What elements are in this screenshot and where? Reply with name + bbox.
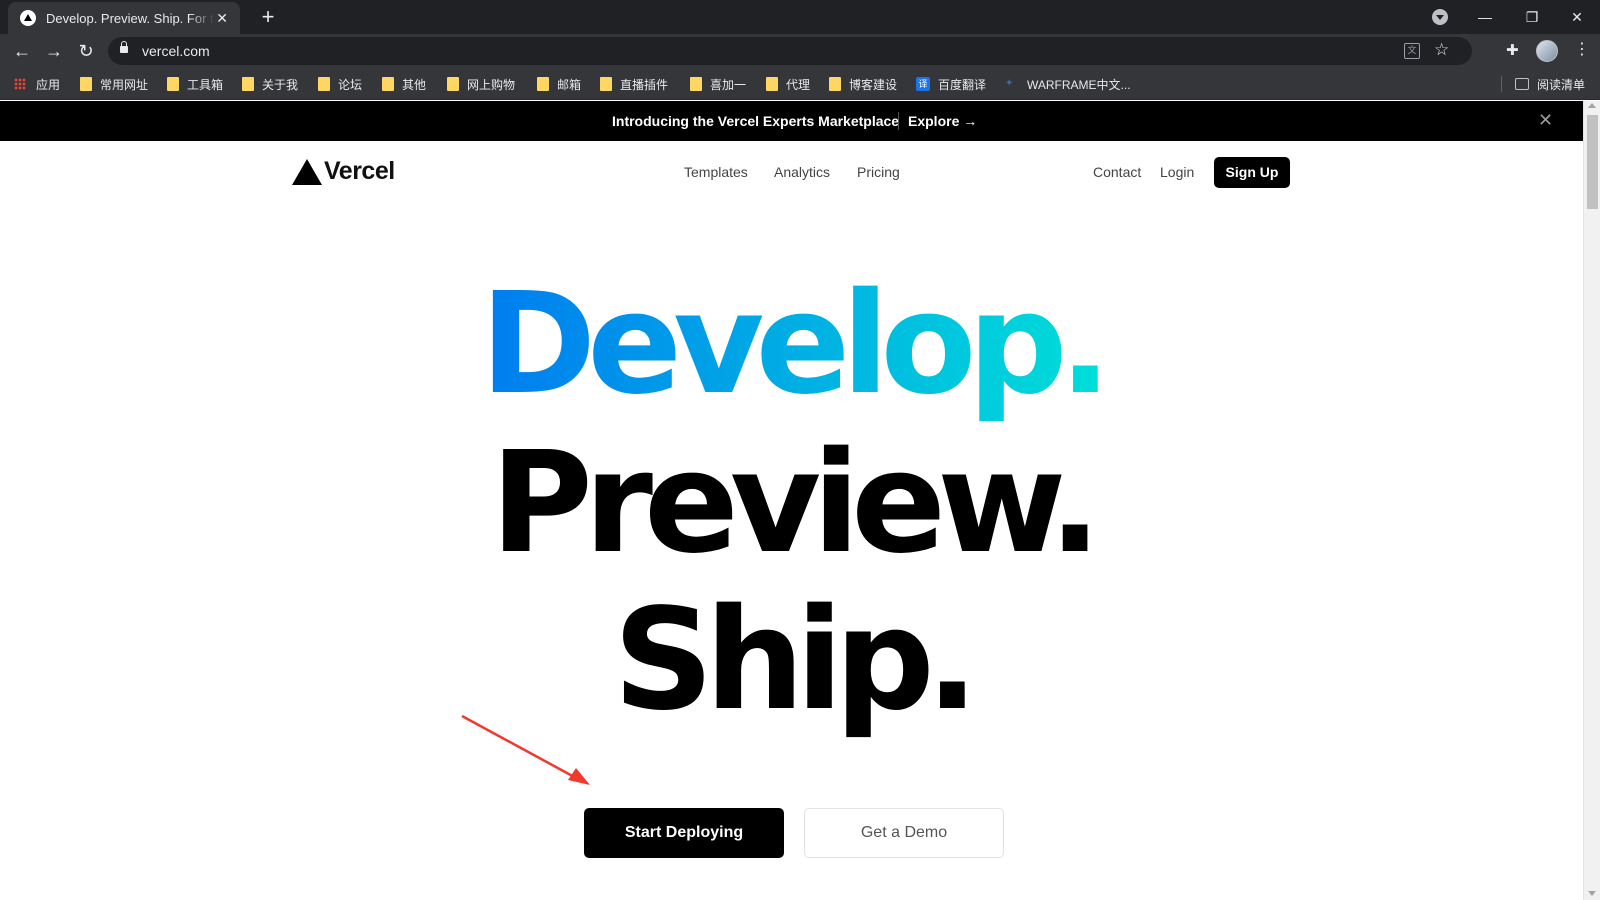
site-header: Vercel Templates Analytics Pricing Conta… (0, 141, 1583, 205)
bookmark-folder[interactable]: 直播插件 (600, 75, 668, 93)
banner-explore-link[interactable]: Explore → (908, 113, 977, 129)
reading-list-icon (1515, 78, 1529, 90)
folder-icon (80, 77, 92, 91)
bookmark-label: 博客建设 (849, 77, 898, 92)
nav-pricing-link[interactable]: Pricing (857, 164, 900, 180)
bookmark-warframe[interactable]: ✦ WARFRAME中文... (1005, 75, 1131, 93)
bookmark-folder[interactable]: 工具箱 (167, 75, 223, 93)
warframe-icon: ✦ (1005, 78, 1014, 89)
bookmarks-bar: 应用 常用网址 工具箱 关于我 论坛 其他 网上购物 邮箱 直播插件 喜加一 代… (0, 68, 1600, 100)
hero-heading-develop: Develop. (0, 275, 1583, 415)
hero-develop-text: Develop. (480, 263, 1112, 426)
browser-menu-icon[interactable]: ⋮ (1574, 39, 1590, 59)
bookmark-apps[interactable]: 应用 (14, 75, 60, 93)
folder-icon (167, 77, 179, 91)
bookmark-folder[interactable]: 代理 (766, 75, 810, 93)
vercel-logo[interactable]: Vercel (292, 157, 395, 186)
vercel-triangle-icon (292, 158, 322, 185)
folder-icon (447, 77, 459, 91)
browser-toolbar: ← → ↻ vercel.com 文 ☆ ✚ ⋮ (0, 34, 1600, 68)
reading-list-label: 阅读清单 (1537, 77, 1586, 92)
folder-icon (829, 77, 841, 91)
back-arrow-icon[interactable]: ← (10, 39, 34, 63)
sign-up-button[interactable]: Sign Up (1214, 157, 1290, 188)
scroll-down-arrow-icon[interactable] (1588, 891, 1596, 896)
bookmark-folder[interactable]: 博客建设 (829, 75, 897, 93)
bookmark-folder[interactable]: 其他 (382, 75, 426, 93)
bookmark-label: 代理 (786, 77, 811, 92)
reload-icon[interactable]: ↻ (74, 39, 98, 63)
bookmark-folder[interactable]: 网上购物 (447, 75, 515, 93)
restore-button[interactable]: ❐ (1512, 4, 1552, 30)
nav-analytics-link[interactable]: Analytics (774, 164, 830, 180)
banner-text: Introducing the Vercel Experts Marketpla… (612, 113, 900, 129)
start-deploying-button[interactable]: Start Deploying (584, 808, 784, 858)
annotation-arrow-head (568, 768, 590, 785)
vercel-favicon-icon (20, 10, 36, 26)
bookmark-label: 其他 (402, 77, 427, 92)
bookmark-label: 应用 (36, 77, 61, 92)
bookmark-baidu-translate[interactable]: 译 百度翻译 (916, 75, 986, 93)
page-scrollbar[interactable] (1583, 101, 1600, 900)
hero-heading-ship: Ship. (613, 579, 979, 742)
folder-icon (537, 77, 549, 91)
bookmark-label: 工具箱 (187, 77, 224, 92)
bookmark-folder[interactable]: 常用网址 (80, 75, 148, 93)
logo-text: Vercel (324, 157, 395, 185)
page-viewport: Introducing the Vercel Experts Marketpla… (0, 101, 1583, 900)
bookmark-star-icon[interactable]: ☆ (1434, 40, 1449, 60)
browser-tab-bar: Develop. Preview. Ship. For the best fro… (0, 0, 1600, 34)
tab-close-icon[interactable]: ✕ (214, 10, 230, 27)
nav-templates-link[interactable]: Templates (684, 164, 748, 180)
banner-divider (898, 112, 899, 130)
bookmark-folder[interactable]: 论坛 (318, 75, 362, 93)
translate-icon: 译 (916, 77, 930, 91)
profile-avatar[interactable] (1536, 40, 1558, 62)
nav-contact-link[interactable]: Contact (1093, 164, 1141, 180)
folder-icon (382, 77, 394, 91)
banner-close-icon[interactable]: ✕ (1538, 110, 1553, 131)
address-bar[interactable]: vercel.com 文 ☆ (108, 37, 1472, 65)
bookmark-label: 喜加一 (710, 77, 747, 92)
close-window-button[interactable]: ✕ (1557, 4, 1597, 30)
bookmark-label: 邮箱 (557, 77, 582, 92)
lock-icon[interactable] (120, 41, 128, 53)
translate-icon[interactable]: 文 (1404, 43, 1420, 59)
url-text[interactable]: vercel.com (142, 43, 210, 59)
forward-arrow-icon[interactable]: → (42, 39, 66, 63)
folder-icon (318, 77, 330, 91)
folder-icon (766, 77, 778, 91)
new-tab-button[interactable]: + (255, 4, 281, 30)
bookmark-folder[interactable]: 关于我 (242, 75, 298, 93)
scrollbar-thumb[interactable] (1587, 115, 1598, 209)
folder-icon (242, 77, 254, 91)
hero-heading-preview: Preview. (490, 422, 1101, 585)
bookmark-label: 直播插件 (620, 77, 669, 92)
tab-search-icon[interactable] (1432, 9, 1448, 25)
announcement-banner: Introducing the Vercel Experts Marketpla… (0, 101, 1583, 141)
bookmark-label: 关于我 (262, 77, 299, 92)
bookmark-folder[interactable]: 邮箱 (537, 75, 581, 93)
reading-list[interactable]: 阅读清单 (1515, 75, 1585, 93)
scroll-up-arrow-icon[interactable] (1588, 103, 1596, 108)
folder-icon (600, 77, 612, 91)
extensions-puzzle-icon[interactable]: ✚ (1506, 41, 1519, 59)
tab-title: Develop. Preview. Ship. For the best fro… (46, 10, 214, 26)
bookmark-label: 百度翻译 (938, 77, 987, 92)
bookmark-label: WARFRAME中文... (1027, 77, 1131, 92)
bookmark-folder[interactable]: 喜加一 (690, 75, 746, 93)
nav-login-link[interactable]: Login (1160, 164, 1194, 180)
apps-grid-icon (14, 78, 26, 90)
bookmark-label: 论坛 (338, 77, 363, 92)
minimize-button[interactable]: — (1465, 4, 1505, 30)
bookmark-label: 常用网址 (100, 77, 149, 92)
get-a-demo-button[interactable]: Get a Demo (804, 808, 1004, 858)
bookmark-label: 网上购物 (467, 77, 516, 92)
bookmarks-divider (1501, 76, 1502, 92)
browser-tab[interactable]: Develop. Preview. Ship. For the best fro… (8, 2, 240, 34)
folder-icon (690, 77, 702, 91)
